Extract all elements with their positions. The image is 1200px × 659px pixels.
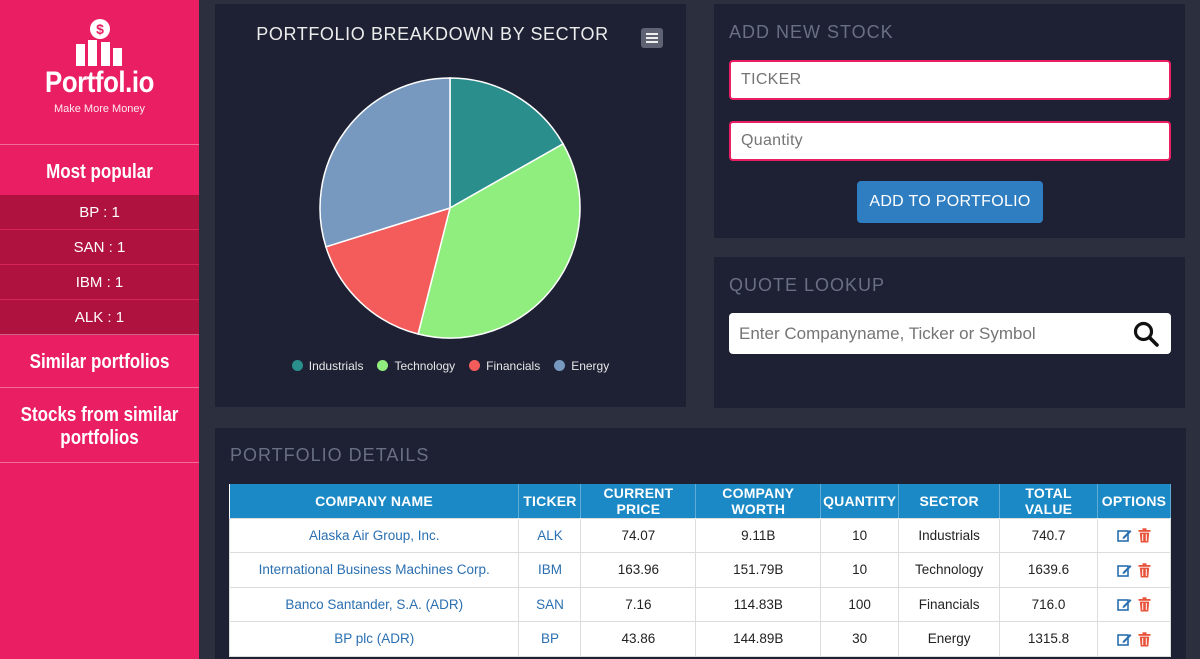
quote-search-box <box>729 313 1171 354</box>
current-price-cell: 7.16 <box>580 586 697 622</box>
table-row: Alaska Air Group, Inc. ALK 74.07 9.11B 10 Ind… <box>228 517 1172 553</box>
current-price-cell: 74.07 <box>580 517 697 553</box>
stocks-from-similar-link[interactable]: Stocks from similar portfolios <box>15 388 184 462</box>
ticker-cell[interactable]: SAN <box>518 586 582 622</box>
company-worth-cell: 151.79B <box>695 552 822 588</box>
quote-search-input[interactable] <box>729 313 1119 354</box>
edit-icon[interactable] <box>1117 563 1132 578</box>
add-to-portfolio-button[interactable]: ADD TO PORTFOLIO <box>857 181 1043 223</box>
column-header: OPTIONS <box>1097 484 1172 518</box>
options-cell <box>1096 621 1172 657</box>
total-value-cell: 1315.8 <box>999 621 1098 657</box>
current-price-cell: 43.86 <box>580 621 697 657</box>
options-cell <box>1096 586 1172 622</box>
chart-legend: Industrials Technology Financials Energy <box>215 359 686 373</box>
ticker-input[interactable] <box>729 60 1171 100</box>
column-header[interactable]: QUANTITY <box>820 484 900 518</box>
legend-label: Financials <box>486 359 541 373</box>
sector-cell: Industrials <box>898 517 1001 553</box>
table-header-row: COMPANY NAME TICKER CURRENT PRICE COMPAN… <box>229 484 1172 518</box>
quote-lookup-title: QUOTE LOOKUP <box>729 275 886 295</box>
ticker-cell[interactable]: IBM <box>518 552 582 588</box>
svg-text:$: $ <box>96 21 104 37</box>
brand-tagline: Make More Money <box>53 103 146 115</box>
quantity-cell: 10 <box>820 552 900 588</box>
edit-icon[interactable] <box>1117 632 1132 647</box>
column-header[interactable]: TICKER <box>518 484 582 518</box>
sector-cell: Technology <box>898 552 1001 588</box>
legend-dot-icon <box>291 360 303 371</box>
legend-item-technology[interactable]: Technology <box>377 359 455 373</box>
company-name-cell[interactable]: Alaska Air Group, Inc. <box>228 517 520 553</box>
column-header[interactable]: TOTAL VALUE <box>999 484 1098 518</box>
column-header[interactable]: SECTOR <box>898 484 1001 518</box>
legend-item-energy[interactable]: Energy <box>554 359 609 373</box>
popular-item[interactable]: SAN : 1 <box>0 230 199 265</box>
edit-icon[interactable] <box>1117 528 1132 543</box>
edit-icon[interactable] <box>1117 597 1132 612</box>
brand-title: Portfol.io <box>45 66 154 99</box>
portfolio-details-panel: PORTFOLIO DETAILS COMPANY NAME TICKER CU… <box>215 428 1186 659</box>
add-stock-panel: ADD NEW STOCK ADD TO PORTFOLIO <box>714 4 1185 238</box>
popular-item[interactable]: BP : 1 <box>0 195 199 230</box>
company-worth-cell: 144.89B <box>695 621 822 657</box>
popular-item[interactable]: ALK : 1 <box>0 300 199 335</box>
legend-dot-icon <box>377 360 389 371</box>
similar-portfolios-link[interactable]: Similar portfolios <box>15 335 184 387</box>
total-value-cell: 1639.6 <box>999 552 1098 588</box>
options-cell <box>1096 552 1172 588</box>
company-name-cell[interactable]: Banco Santander, S.A. (ADR) <box>228 586 520 622</box>
quote-lookup-panel: QUOTE LOOKUP <box>714 257 1185 408</box>
company-name-cell[interactable]: International Business Machines Corp. <box>228 552 520 588</box>
quantity-input[interactable] <box>729 121 1171 161</box>
quantity-cell: 30 <box>820 621 900 657</box>
ticker-cell[interactable]: ALK <box>518 517 582 553</box>
trash-icon[interactable] <box>1138 563 1151 578</box>
column-header[interactable]: CURRENT PRICE <box>580 484 697 518</box>
table-row: International Business Machines Corp. IBM… <box>228 552 1172 588</box>
total-value-cell: 716.0 <box>999 586 1098 622</box>
column-header[interactable]: COMPANY NAME <box>229 484 520 518</box>
sector-cell: Financials <box>898 586 1001 622</box>
current-price-cell: 163.96 <box>580 552 697 588</box>
legend-dot-icon <box>554 360 566 371</box>
money-bars-logo-icon: $ <box>76 19 122 66</box>
total-value-cell: 740.7 <box>999 517 1098 553</box>
portfolio-details-title: PORTFOLIO DETAILS <box>230 445 430 465</box>
trash-icon[interactable] <box>1138 632 1151 647</box>
sector-cell: Energy <box>898 621 1001 657</box>
brand-logo[interactable]: $ Portfol.io Make More Money <box>0 0 199 145</box>
legend-label: Energy <box>571 359 610 373</box>
most-popular-heading: Most popular <box>46 161 153 183</box>
legend-item-financials[interactable]: Financials <box>469 359 540 373</box>
sector-pie-chart <box>319 77 581 339</box>
legend-label: Industrials <box>308 359 364 373</box>
popular-item[interactable]: IBM : 1 <box>0 265 199 300</box>
column-header[interactable]: COMPANY WORTH <box>695 484 822 518</box>
ticker-cell[interactable]: BP <box>518 621 582 657</box>
table-row: Banco Santander, S.A. (ADR) SAN 7.16 114.83… <box>228 586 1172 622</box>
sidebar: $ Portfol.io Make More Money Most popula… <box>0 0 199 659</box>
quantity-cell: 100 <box>820 586 900 622</box>
legend-item-industrials[interactable]: Industrials <box>291 359 364 373</box>
company-name-cell[interactable]: BP plc (ADR) <box>228 621 520 657</box>
options-cell <box>1096 517 1172 553</box>
quantity-cell: 10 <box>820 517 900 553</box>
search-icon[interactable] <box>1133 321 1159 347</box>
company-worth-cell: 9.11B <box>695 517 822 553</box>
table-row: BP plc (ADR) BP 43.86 144.89B 30 Energy 1315.8 <box>228 621 1172 657</box>
legend-dot-icon <box>469 360 481 371</box>
add-stock-title: ADD NEW STOCK <box>729 22 894 42</box>
trash-icon[interactable] <box>1138 528 1151 543</box>
trash-icon[interactable] <box>1138 597 1151 612</box>
portfolio-table: COMPANY NAME TICKER CURRENT PRICE COMPAN… <box>228 484 1172 657</box>
legend-label: Technology <box>394 359 456 373</box>
company-worth-cell: 114.83B <box>695 586 822 622</box>
sector-breakdown-panel: PORTFOLIO BREAKDOWN BY SECTOR Industrial… <box>215 4 686 407</box>
